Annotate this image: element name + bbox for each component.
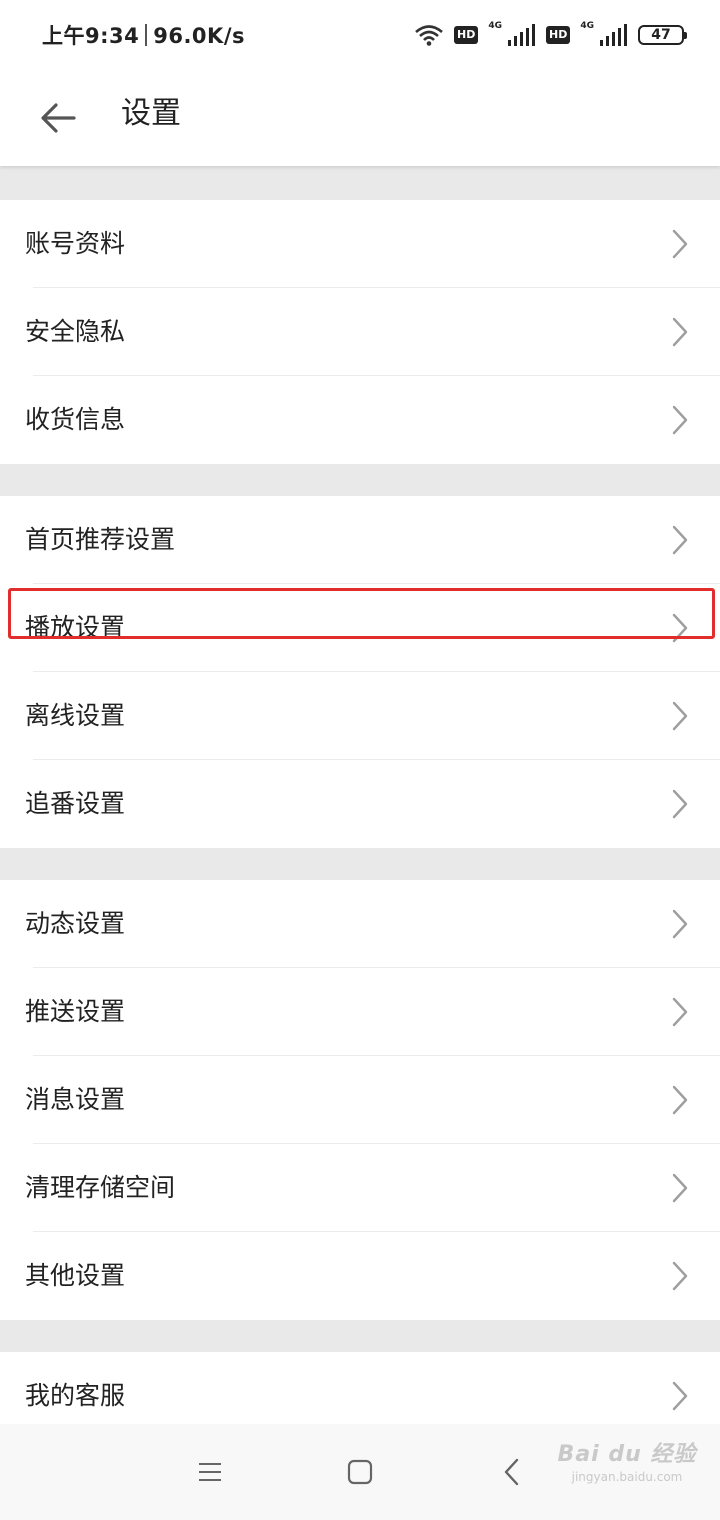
- settings-group-playback: 首页推荐设置 播放设置 离线设置 追番设置: [0, 496, 720, 848]
- status-net-speed: 96.0K/s: [153, 24, 245, 48]
- signal-icon: [600, 24, 627, 46]
- settings-item-offline[interactable]: 离线设置: [0, 672, 720, 760]
- settings-item-shipping-info[interactable]: 收货信息: [0, 376, 720, 464]
- menu-icon: [199, 1463, 221, 1481]
- chevron-right-icon: [672, 701, 688, 731]
- back-button[interactable]: [30, 90, 86, 146]
- settings-item-follow-anime[interactable]: 追番设置: [0, 760, 720, 848]
- back-chevron-icon: [504, 1458, 519, 1486]
- chevron-right-icon: [672, 997, 688, 1027]
- chevron-right-icon: [672, 317, 688, 347]
- settings-group-account: 账号资料 安全隐私 收货信息: [0, 200, 720, 464]
- settings-item-label: 我的客服: [25, 1381, 126, 1410]
- chevron-right-icon: [672, 613, 688, 643]
- settings-item-other[interactable]: 其他设置: [0, 1232, 720, 1320]
- chevron-right-icon: [672, 1085, 688, 1115]
- settings-item-label: 推送设置: [25, 997, 126, 1026]
- settings-item-label: 消息设置: [25, 1085, 126, 1114]
- settings-item-label: 其他设置: [25, 1261, 126, 1290]
- chevron-right-icon: [672, 909, 688, 939]
- nav-menu-button[interactable]: [190, 1452, 230, 1492]
- wifi-icon: [415, 25, 443, 46]
- network-type-1: 4G: [488, 21, 502, 31]
- status-bar: 上午9:34 96.0K/s HD 4G HD 4G 47: [0, 0, 720, 70]
- status-left: 上午9:34 96.0K/s: [42, 20, 245, 50]
- network-type-2: 4G: [580, 21, 594, 31]
- settings-item-push[interactable]: 推送设置: [0, 968, 720, 1056]
- chevron-right-icon: [672, 229, 688, 259]
- arrow-left-icon: [41, 103, 76, 133]
- settings-item-label: 安全隐私: [25, 317, 126, 346]
- nav-home-button[interactable]: [340, 1452, 380, 1492]
- settings-item-label: 追番设置: [25, 789, 126, 818]
- settings-item-account-profile[interactable]: 账号资料: [0, 200, 720, 288]
- status-icons: HD 4G HD 4G 47: [414, 20, 687, 50]
- chevron-right-icon: [672, 1381, 688, 1411]
- settings-item-label: 首页推荐设置: [25, 525, 176, 554]
- settings-item-label: 清理存储空间: [25, 1173, 176, 1202]
- settings-item-clear-storage[interactable]: 清理存储空间: [0, 1144, 720, 1232]
- settings-item-label: 动态设置: [25, 909, 126, 938]
- settings-item-playback[interactable]: 播放设置: [0, 584, 720, 672]
- settings-item-security-privacy[interactable]: 安全隐私: [0, 288, 720, 376]
- page-title: 设置: [121, 96, 181, 131]
- system-nav-bar: [0, 1424, 720, 1520]
- settings-item-label: 收货信息: [25, 405, 126, 434]
- app-bar: 设置: [0, 70, 720, 166]
- chevron-right-icon: [672, 789, 688, 819]
- settings-item-label: 播放设置: [25, 613, 126, 642]
- chevron-right-icon: [672, 405, 688, 435]
- status-time: 上午9:34: [42, 24, 140, 48]
- settings-item-messages[interactable]: 消息设置: [0, 1056, 720, 1144]
- settings-item-home-recommend[interactable]: 首页推荐设置: [0, 496, 720, 584]
- settings-item-feed[interactable]: 动态设置: [0, 880, 720, 968]
- settings-item-label: 离线设置: [25, 701, 126, 730]
- hd-badge-2: HD: [546, 26, 571, 44]
- chevron-right-icon: [672, 1173, 688, 1203]
- battery-icon: 47: [638, 25, 687, 45]
- settings-group-notifications: 动态设置 推送设置 消息设置 清理存储空间 其他设置: [0, 880, 720, 1320]
- chevron-right-icon: [672, 525, 688, 555]
- settings-item-label: 账号资料: [25, 229, 126, 258]
- home-square-icon: [347, 1459, 373, 1485]
- hd-badge-1: HD: [454, 26, 479, 44]
- signal-icon: [508, 24, 535, 46]
- chevron-right-icon: [672, 1261, 688, 1291]
- nav-back-button[interactable]: [492, 1452, 532, 1492]
- status-separator: [145, 24, 148, 46]
